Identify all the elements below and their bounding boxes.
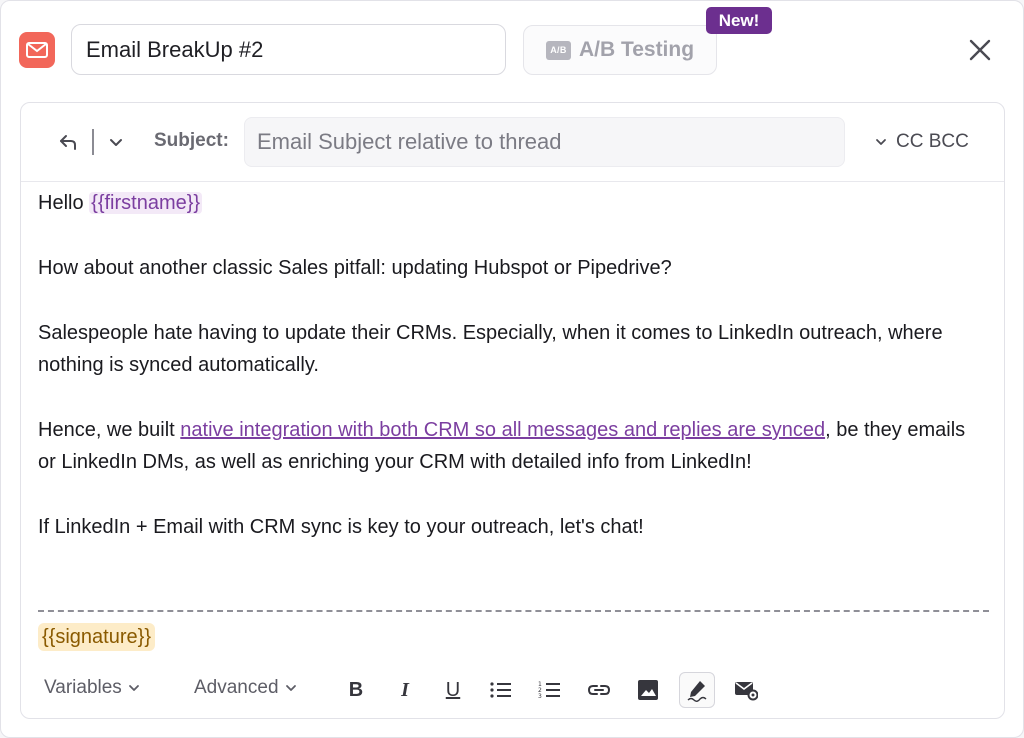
chevron-down-icon <box>128 685 139 691</box>
variables-label: Variables <box>44 677 122 698</box>
italic-icon: I <box>401 678 409 701</box>
ab-testing-button[interactable]: A/B A/B Testing <box>523 25 717 75</box>
subject-input[interactable] <box>244 117 845 167</box>
chevron-down-icon[interactable] <box>107 133 125 151</box>
formatting-toolbar: Variables Advanced B I U 1 2 3 <box>21 668 1004 712</box>
numbered-list-button[interactable]: 1 2 3 <box>532 672 568 708</box>
close-button[interactable] <box>963 33 997 67</box>
underline-icon: U <box>445 678 461 701</box>
greeting-text: Hello <box>38 192 90 214</box>
svg-text:3: 3 <box>538 693 542 700</box>
greeting-line: Hello {{firstname}} <box>38 187 988 219</box>
paragraph-1: How about another classic Sales pitfall:… <box>38 257 672 279</box>
image-button[interactable] <box>630 672 666 708</box>
variables-dropdown[interactable]: Variables <box>44 677 141 699</box>
subject-label: Subject: <box>154 130 229 151</box>
cc-bcc-label: CC BCC <box>896 131 969 152</box>
link-icon <box>587 685 611 695</box>
chevron-down-icon <box>285 685 296 691</box>
paragraph-4: If LinkedIn + Email with CRM sync is key… <box>38 516 644 538</box>
separator <box>92 129 94 155</box>
signature-variable[interactable]: {{signature}} <box>38 623 155 651</box>
mail-icon <box>19 32 55 68</box>
chevron-down-icon <box>876 139 886 145</box>
link-button[interactable] <box>581 672 617 708</box>
signature-button[interactable] <box>679 672 715 708</box>
italic-button[interactable]: I <box>387 672 423 708</box>
sequence-name-input[interactable] <box>71 24 506 75</box>
new-badge: New! <box>706 7 772 34</box>
underline-button[interactable]: U <box>435 672 471 708</box>
ab-testing-label: A/B Testing <box>578 38 695 61</box>
paragraph-2: Salespeople hate having to update their … <box>38 322 943 376</box>
signature-divider <box>38 610 989 612</box>
bold-button[interactable]: B <box>338 672 374 708</box>
email-editor: Subject: CC BCC Hello {{firstname}} How … <box>20 102 1005 719</box>
image-icon <box>638 680 658 700</box>
signature-pen-icon <box>687 681 707 702</box>
bullet-list-icon <box>490 682 511 698</box>
numbered-list-icon: 1 2 3 <box>538 681 560 700</box>
email-settings-button[interactable] <box>728 672 764 708</box>
mail-settings-icon <box>735 682 758 701</box>
email-step-editor: A/B A/B Testing New! Subject: CC BC <box>0 0 1024 738</box>
paragraph-3: Hence, we built native integration with … <box>38 414 988 478</box>
subject-bar: Subject: CC BCC <box>21 103 1004 182</box>
bold-icon: B <box>348 678 364 701</box>
cc-bcc-toggle[interactable]: CC BCC <box>874 129 969 155</box>
paragraph-3-start: Hence, we built <box>38 419 181 441</box>
email-body[interactable]: Hello {{firstname}} How about another cl… <box>38 187 988 576</box>
reply-icon[interactable] <box>57 131 79 153</box>
integration-link[interactable]: native integration with both CRM so all … <box>180 419 825 441</box>
close-icon <box>969 39 991 61</box>
advanced-label: Advanced <box>194 677 279 698</box>
ab-testing-icon: A/B <box>545 40 571 60</box>
firstname-variable[interactable]: {{firstname}} <box>89 192 203 214</box>
advanced-dropdown[interactable]: Advanced <box>194 677 298 699</box>
bullet-list-button[interactable] <box>483 672 519 708</box>
